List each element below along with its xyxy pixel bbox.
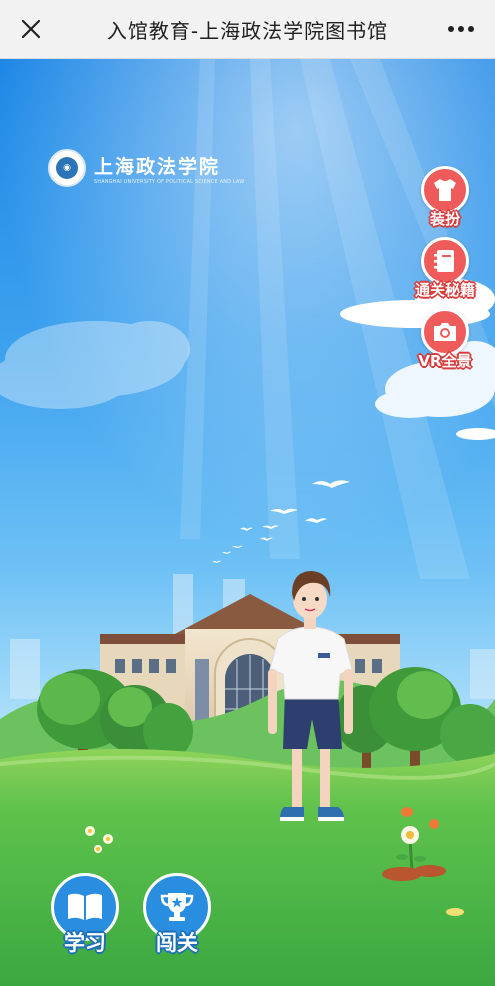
app-page: 入馆教育-上海政法学院图书馆 ◉ 上海政法学院 SHANGHAI UNIVERS… xyxy=(0,0,495,986)
walkthrough-guide-button[interactable]: 通关秘籍 xyxy=(408,237,482,300)
university-name-cn: 上海政法学院 xyxy=(94,155,221,178)
close-icon[interactable] xyxy=(14,12,48,46)
more-dots-icon[interactable] xyxy=(441,12,481,46)
dress-up-button[interactable]: 装扮 xyxy=(408,166,482,229)
university-name-en: SHANGHAI UNIVERSITY OF POLITICAL SCIENCE… xyxy=(94,179,245,185)
top-nav-bar: 入馆教育-上海政法学院图书馆 xyxy=(0,0,495,59)
dress-up-label: 装扮 xyxy=(429,210,460,228)
tshirt-icon xyxy=(421,166,469,214)
study-button[interactable]: 学习 xyxy=(50,873,120,957)
page-title: 入馆教育-上海政法学院图书馆 xyxy=(106,18,389,43)
walkthrough-guide-label: 通关秘籍 xyxy=(414,281,475,299)
study-label: 学习 xyxy=(64,931,106,955)
challenge-label: 闯关 xyxy=(156,931,198,955)
challenge-button[interactable]: 闯关 xyxy=(142,873,212,957)
camera-icon xyxy=(421,308,469,356)
vr-panorama-button[interactable]: VR全景 xyxy=(408,308,482,371)
university-seal-icon: ◉ xyxy=(48,149,86,187)
vr-panorama-label: VR全景 xyxy=(418,352,472,370)
university-logo: ◉ 上海政法学院 SHANGHAI UNIVERSITY OF POLITICA… xyxy=(48,149,244,187)
notebook-icon xyxy=(421,237,469,285)
game-scene[interactable]: ◉ 上海政法学院 SHANGHAI UNIVERSITY OF POLITICA… xyxy=(0,59,495,986)
